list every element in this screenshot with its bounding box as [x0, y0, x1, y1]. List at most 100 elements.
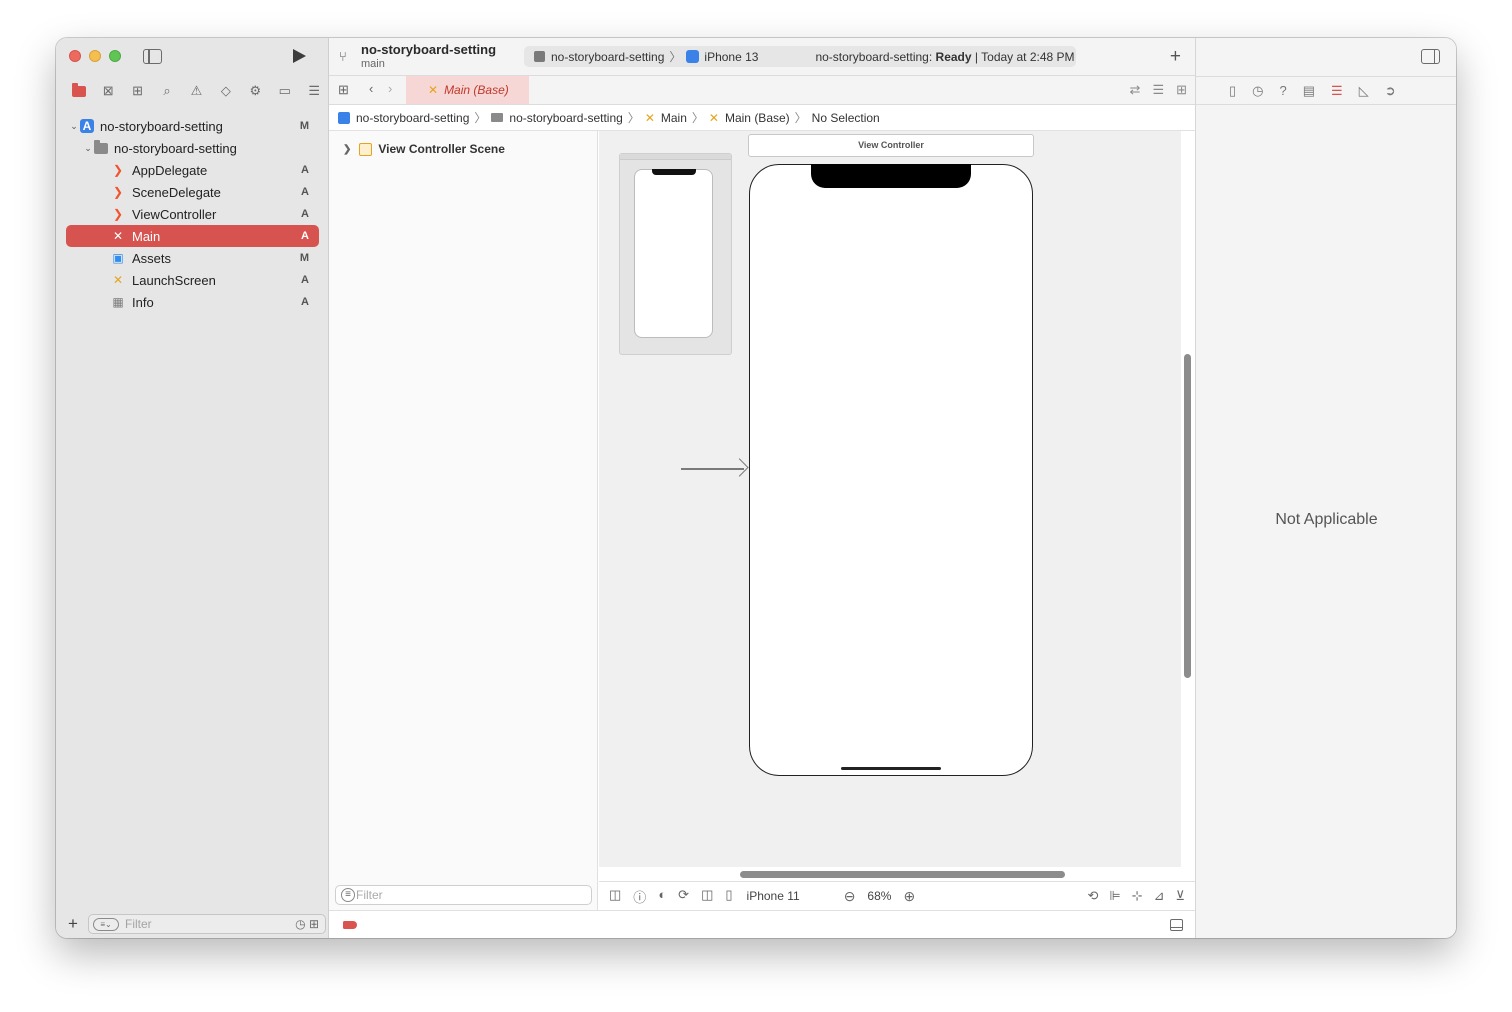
disclosure-closed-icon[interactable]: ❯: [343, 144, 351, 155]
storyboard-icon: ✕: [112, 229, 124, 243]
status-prefix: no-storyboard-setting:: [815, 49, 933, 64]
disclosure-open-icon[interactable]: ⌄: [82, 143, 94, 154]
tree-item-main[interactable]: ✕ Main A: [66, 225, 319, 247]
connections-inspector-icon[interactable]: ➲: [1385, 83, 1396, 99]
view-controller-scene-title[interactable]: View Controller: [748, 134, 1034, 157]
zoom-out-icon[interactable]: ⊖: [844, 888, 856, 905]
tab-main-base[interactable]: ✕ Main (Base): [406, 76, 529, 104]
resolve-issues-icon[interactable]: ⊿: [1154, 888, 1165, 904]
forward-arrow-icon[interactable]: ›: [388, 81, 392, 96]
file-inspector-icon[interactable]: ▯: [1229, 83, 1236, 99]
vertical-scrollbar[interactable]: [1184, 354, 1191, 678]
sidebar-toggle-icon[interactable]: [143, 49, 162, 64]
filter-options-icon[interactable]: ≡⌄: [93, 917, 119, 931]
device-selector[interactable]: iPhone 11: [747, 889, 800, 903]
scene-dock: [620, 154, 731, 160]
appearance-icon[interactable]: ◐: [658, 887, 666, 906]
jump-group[interactable]: no-storyboard-setting: [509, 111, 622, 125]
tree-item-group[interactable]: ⌄ no-storyboard-setting: [56, 137, 329, 159]
storyboard-canvas[interactable]: View Controller: [599, 131, 1181, 867]
tree-item-project[interactable]: ⌄ A no-storyboard-setting M: [56, 115, 329, 137]
breakpoints-toggle-icon[interactable]: [343, 921, 357, 929]
close-window-button[interactable]: [69, 50, 81, 62]
tree-item-launchscreen[interactable]: ✕ LaunchScreen A: [56, 269, 329, 291]
identity-inspector-icon[interactable]: ▤: [1303, 83, 1315, 99]
scheme-selector[interactable]: no-storyboard-setting: [551, 50, 664, 64]
tree-item-appdelegate[interactable]: ❯ AppDelegate A: [56, 159, 329, 181]
outline-filter-field[interactable]: Filter: [335, 885, 592, 905]
tree-item-assets[interactable]: ▣ Assets M: [56, 247, 329, 269]
size-inspector-icon[interactable]: ◺: [1359, 83, 1369, 99]
launch-scene-preview[interactable]: [619, 153, 732, 355]
add-constraints-icon[interactable]: ⊹: [1132, 888, 1143, 904]
disclosure-open-icon[interactable]: ⌄: [68, 121, 80, 132]
tree-item-viewcontroller[interactable]: ❯ ViewController A: [56, 203, 329, 225]
tree-item-scenedelegate[interactable]: ❯ SceneDelegate A: [56, 181, 329, 203]
add-file-button[interactable]: +: [62, 914, 84, 934]
initial-view-controller-arrow[interactable]: [681, 458, 749, 479]
tree-item-label: ViewController: [132, 206, 217, 222]
run-destination-selector[interactable]: iPhone 13: [704, 50, 758, 64]
hierarchy-icon: ⊞: [132, 83, 144, 98]
project-icon: [338, 111, 350, 124]
swap-icon[interactable]: ⇄: [1130, 82, 1141, 98]
related-items-icon[interactable]: ⊞: [338, 82, 349, 98]
project-navigator-tab[interactable]: [64, 81, 93, 101]
tree-item-label: no-storyboard-setting: [114, 140, 237, 156]
asset-catalog-icon: ▣: [112, 251, 124, 265]
status-badge: A: [301, 186, 309, 198]
inspector-toggle-icon[interactable]: [1421, 49, 1440, 64]
branch-icon: ⑂: [339, 49, 347, 64]
view-controller-view[interactable]: [749, 164, 1033, 776]
debug-navigator-tab[interactable]: ⚙: [241, 81, 270, 101]
align-icon[interactable]: ⊫: [1109, 888, 1120, 904]
status-time: | Today at 2:48 PM: [974, 49, 1075, 64]
update-frames-icon[interactable]: ⟲: [1087, 888, 1098, 904]
recent-files-icon[interactable]: ◷ ⊞: [295, 917, 319, 931]
jump-project[interactable]: no-storyboard-setting: [356, 111, 469, 125]
folder-icon: [94, 139, 108, 154]
device-phone-icon[interactable]: ▯: [725, 887, 732, 906]
find-navigator-tab[interactable]: ⌕: [152, 81, 181, 101]
outline-item-scene[interactable]: ❯ View Controller Scene: [343, 142, 505, 156]
navigator-sidebar: ⊠ ⊞ ⌕ ⚠ ◇ ⚙ ▭ ☰ ⌄ A no-storyboard-settin…: [56, 38, 329, 938]
status-badge: A: [301, 208, 309, 220]
minimize-window-button[interactable]: [89, 50, 101, 62]
issue-navigator-tab[interactable]: ⚠: [182, 81, 211, 101]
run-button[interactable]: [293, 49, 306, 63]
zoom-in-icon[interactable]: ⊕: [903, 888, 915, 905]
symbol-navigator-tab[interactable]: ⊞: [123, 81, 152, 101]
search-icon: ⌕: [163, 83, 171, 98]
scheme-icon: [534, 51, 545, 62]
tree-item-info[interactable]: ▦ Info A: [56, 291, 329, 313]
zoom-window-button[interactable]: [109, 50, 121, 62]
orientation-icon[interactable]: ⟳: [678, 887, 689, 906]
editor-options-icon[interactable]: ☰: [1152, 82, 1164, 98]
source-control-navigator-tab[interactable]: ⊠: [93, 81, 122, 101]
split-view-icon[interactable]: ◫: [701, 887, 713, 906]
outline-toggle-icon[interactable]: ◫: [609, 887, 621, 906]
help-inspector-icon[interactable]: ?: [1280, 83, 1287, 98]
back-arrow-icon[interactable]: ‹: [369, 81, 373, 96]
accessibility-icon[interactable]: ⓘ: [633, 887, 646, 906]
source-control-icon: ⊠: [102, 83, 114, 98]
editor-tab-bar: ⊞ ‹ › ✕ Main (Base) ⇄ ☰ ⊞: [329, 76, 1195, 105]
horizontal-scrollbar[interactable]: [740, 871, 1065, 878]
jump-file[interactable]: Main: [661, 111, 687, 125]
test-navigator-tab[interactable]: ◇: [211, 81, 240, 101]
report-navigator-tab[interactable]: ☰: [300, 81, 329, 101]
embed-in-icon[interactable]: ⊻: [1175, 888, 1185, 904]
history-inspector-icon[interactable]: ◷: [1252, 83, 1263, 99]
debug-area-toggle-icon[interactable]: [1170, 919, 1183, 931]
navigator-footer: + ≡⌄ Filter ◷ ⊞: [56, 910, 329, 938]
navigator-filter-field[interactable]: ≡⌄ Filter ◷ ⊞: [88, 914, 326, 934]
jump-selection[interactable]: No Selection: [812, 111, 880, 125]
attributes-inspector-icon[interactable]: ☰: [1331, 83, 1343, 99]
filter-placeholder: Filter: [125, 917, 152, 931]
canvas-toolbar: ◫ ⓘ ◐ ⟳ ◫ ▯ iPhone 11 ⊖ 68% ⊕ ⟲ ⊫ ⊹ ⊿ ⊻: [599, 881, 1195, 910]
library-add-button[interactable]: +: [1170, 46, 1181, 68]
split-editor-icon[interactable]: ⊞: [1176, 82, 1187, 98]
status-badge: A: [301, 296, 309, 308]
breakpoint-navigator-tab[interactable]: ▭: [270, 81, 299, 101]
jump-localization[interactable]: Main (Base): [725, 111, 790, 125]
